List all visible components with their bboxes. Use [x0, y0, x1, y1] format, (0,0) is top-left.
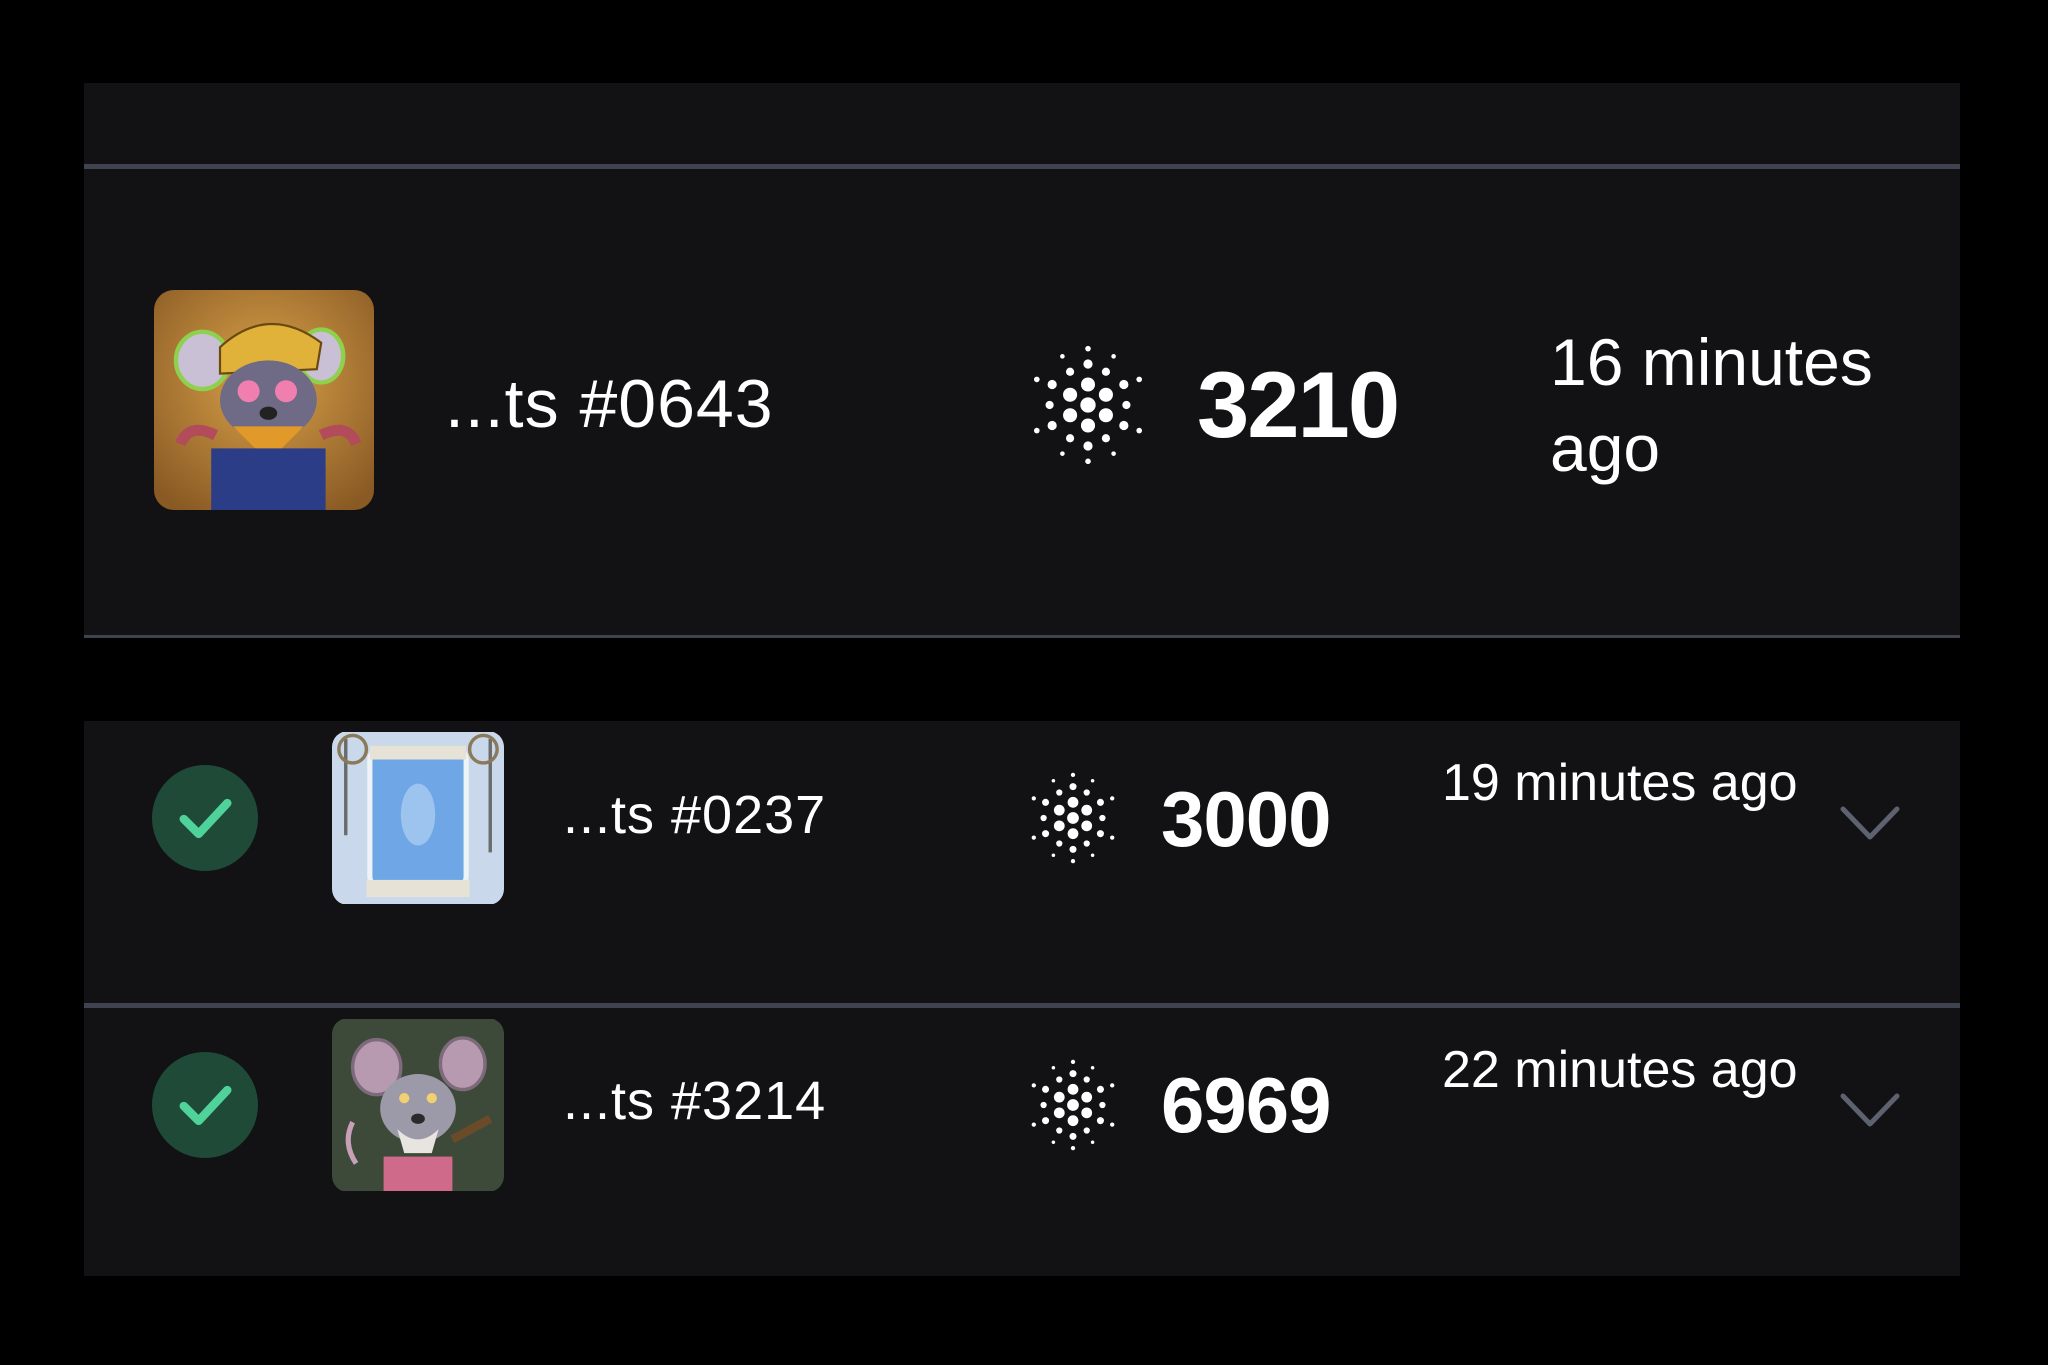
- sales-list: ...ts #0237 3000 19 minutes ago ...ts #3…: [84, 721, 1960, 1276]
- featured-timestamp: 16 minutes ago: [1550, 325, 1873, 485]
- featured-nft-thumbnail[interactable]: [154, 290, 374, 510]
- nft-thumbnail[interactable]: [332, 1018, 504, 1192]
- timestamp: 19 minutes ago: [1442, 754, 1798, 812]
- price: 6969: [1161, 1061, 1332, 1149]
- checkmark-icon: [152, 1052, 258, 1158]
- chevron-down-icon[interactable]: [1837, 801, 1903, 845]
- cardano-icon: [1024, 1056, 1122, 1154]
- timestamp: 22 minutes ago: [1442, 1041, 1798, 1099]
- screen: ...ts #0643 3210 16 minutes ago ...ts #0…: [0, 0, 2048, 1365]
- cardano-icon: [1024, 341, 1152, 469]
- rat-with-hat-avatar: [154, 290, 374, 510]
- nft-thumbnail[interactable]: [332, 731, 504, 905]
- featured-panel: ...ts #0643 3210 16 minutes ago: [84, 83, 1960, 638]
- featured-nft-name[interactable]: ...ts #0643: [445, 365, 774, 443]
- nft-name[interactable]: ...ts #0237: [563, 784, 826, 846]
- divider: [84, 635, 1960, 638]
- rat-in-tank-avatar: [332, 732, 504, 904]
- cardano-icon: [1024, 769, 1122, 867]
- divider: [84, 164, 1960, 169]
- chevron-down-icon[interactable]: [1837, 1088, 1903, 1132]
- price: 3000: [1161, 775, 1332, 863]
- checkmark-icon: [152, 765, 258, 871]
- nft-name[interactable]: ...ts #3214: [563, 1070, 826, 1132]
- list-item[interactable]: ...ts #0237 3000 19 minutes ago: [84, 721, 1960, 1003]
- list-item[interactable]: ...ts #3214 6969 22 minutes ago: [84, 1008, 1960, 1276]
- rat-with-pipe-avatar: [332, 1019, 504, 1191]
- featured-price: 3210: [1197, 352, 1400, 457]
